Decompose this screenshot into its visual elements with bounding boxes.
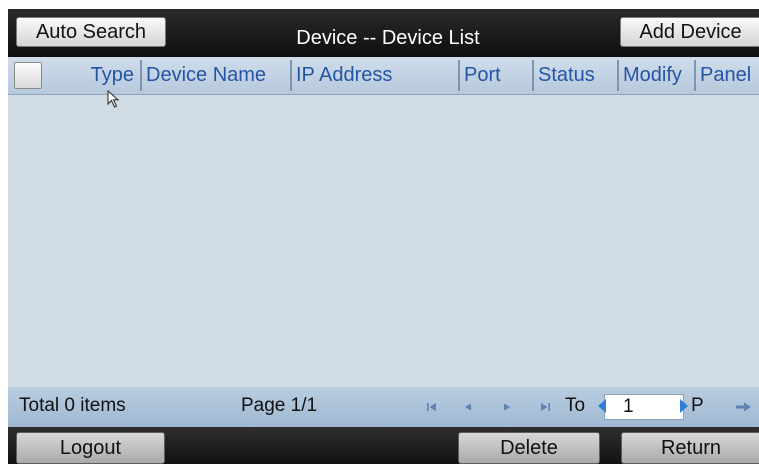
add-device-button[interactable]: Add Device (620, 17, 759, 47)
mouse-pointer-icon (107, 90, 120, 108)
bottom-action-bar: Logout Delete Return (8, 427, 759, 464)
column-header-status[interactable]: Status (536, 60, 619, 91)
last-page-icon[interactable] (537, 399, 553, 415)
page-unit-label: P (691, 395, 704, 416)
page-title: Device -- Device List (296, 27, 480, 49)
device-list-window: Auto Search Device -- Device List Add De… (0, 0, 759, 464)
page-number-input[interactable]: 1 (604, 394, 684, 420)
goto-label: To (565, 395, 586, 416)
column-header-port[interactable]: Port (462, 60, 534, 91)
spin-left-icon[interactable] (597, 398, 607, 414)
column-header-ip-address[interactable]: IP Address (294, 60, 460, 91)
select-all-checkbox[interactable] (14, 62, 42, 89)
column-header-modify[interactable]: Modify (621, 60, 696, 91)
column-header-type[interactable]: Type (48, 60, 142, 91)
auto-search-button[interactable]: Auto Search (16, 17, 166, 47)
column-header-panel[interactable]: Panel (698, 60, 759, 91)
total-items-label: Total 0 items (19, 395, 126, 416)
first-page-icon[interactable] (424, 399, 440, 415)
page-indicator: Page 1/1 (241, 395, 318, 416)
next-page-icon[interactable] (499, 399, 515, 415)
go-arrow-icon[interactable] (734, 399, 754, 415)
logout-button[interactable]: Logout (16, 432, 165, 464)
column-header-device-name[interactable]: Device Name (144, 60, 292, 91)
title-bar: Auto Search Device -- Device List Add De… (8, 9, 759, 57)
pagination-bar: Total 0 items Page 1/1 To 1 P (8, 387, 759, 427)
delete-button[interactable]: Delete (458, 432, 600, 464)
device-table-body (8, 95, 759, 387)
return-button[interactable]: Return (621, 432, 759, 464)
spin-right-icon[interactable] (679, 398, 689, 414)
previous-page-icon[interactable] (460, 399, 476, 415)
